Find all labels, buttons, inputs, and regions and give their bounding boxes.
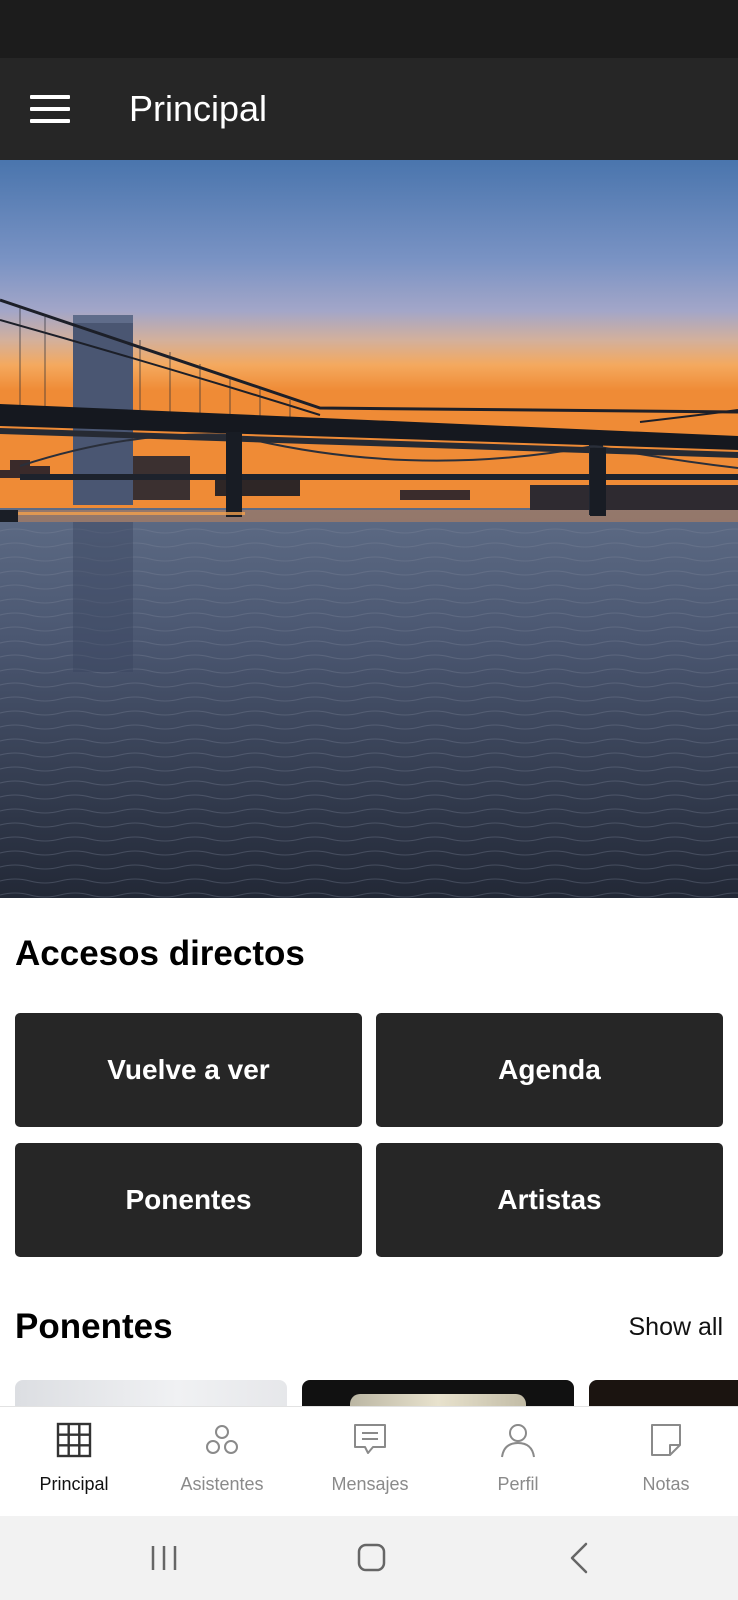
hamburger-menu-icon[interactable] <box>22 84 78 134</box>
home-icon[interactable] <box>341 1536 401 1580</box>
shortcut-agenda-button[interactable]: Agenda <box>376 1013 723 1127</box>
speaker-card[interactable] <box>15 1380 287 1406</box>
shortcut-label: Artistas <box>497 1184 602 1215</box>
nav-label: Mensajes <box>331 1474 409 1494</box>
app-bar: Principal <box>0 58 738 160</box>
nav-item-notas[interactable]: Notas <box>592 1407 738 1517</box>
message-icon <box>354 1424 386 1454</box>
nav-item-mensajes[interactable]: Mensajes <box>296 1407 444 1517</box>
speaker-carousel <box>0 1380 738 1406</box>
bottom-navigation: Principal Asistentes Mensajes Perfil Not… <box>0 1406 738 1516</box>
speakers-title: Ponentes <box>15 1307 173 1346</box>
shortcuts-title: Accesos directos <box>15 934 305 973</box>
shortcut-label: Agenda <box>498 1054 601 1085</box>
grid-icon <box>56 1422 92 1458</box>
nav-item-principal[interactable]: Principal <box>0 1407 148 1517</box>
speaker-card[interactable] <box>589 1380 738 1406</box>
shortcut-vuelve-a-ver-button[interactable]: Vuelve a ver <box>15 1013 362 1127</box>
recent-apps-icon[interactable] <box>135 1536 195 1580</box>
person-icon <box>501 1424 535 1458</box>
shortcut-ponentes-button[interactable]: Ponentes <box>15 1143 362 1257</box>
nav-label: Principal <box>39 1474 109 1494</box>
show-all-link[interactable]: Show all <box>629 1312 724 1342</box>
speaker-card[interactable] <box>302 1380 574 1406</box>
shortcut-artistas-button[interactable]: Artistas <box>376 1143 723 1257</box>
nav-label: Asistentes <box>180 1474 264 1494</box>
hero-image <box>0 160 738 898</box>
nav-item-perfil[interactable]: Perfil <box>444 1407 592 1517</box>
shortcut-label: Vuelve a ver <box>107 1054 270 1085</box>
nav-label: Perfil <box>497 1474 539 1494</box>
shortcut-label: Ponentes <box>125 1184 252 1215</box>
nav-item-asistentes[interactable]: Asistentes <box>148 1407 296 1517</box>
back-icon[interactable] <box>550 1536 610 1580</box>
status-bar <box>0 0 738 58</box>
people-circles-icon <box>206 1425 238 1454</box>
page-title: Principal <box>129 88 268 129</box>
system-navigation-bar <box>0 1516 738 1600</box>
nav-label: Notas <box>642 1474 690 1494</box>
note-icon <box>651 1424 681 1456</box>
